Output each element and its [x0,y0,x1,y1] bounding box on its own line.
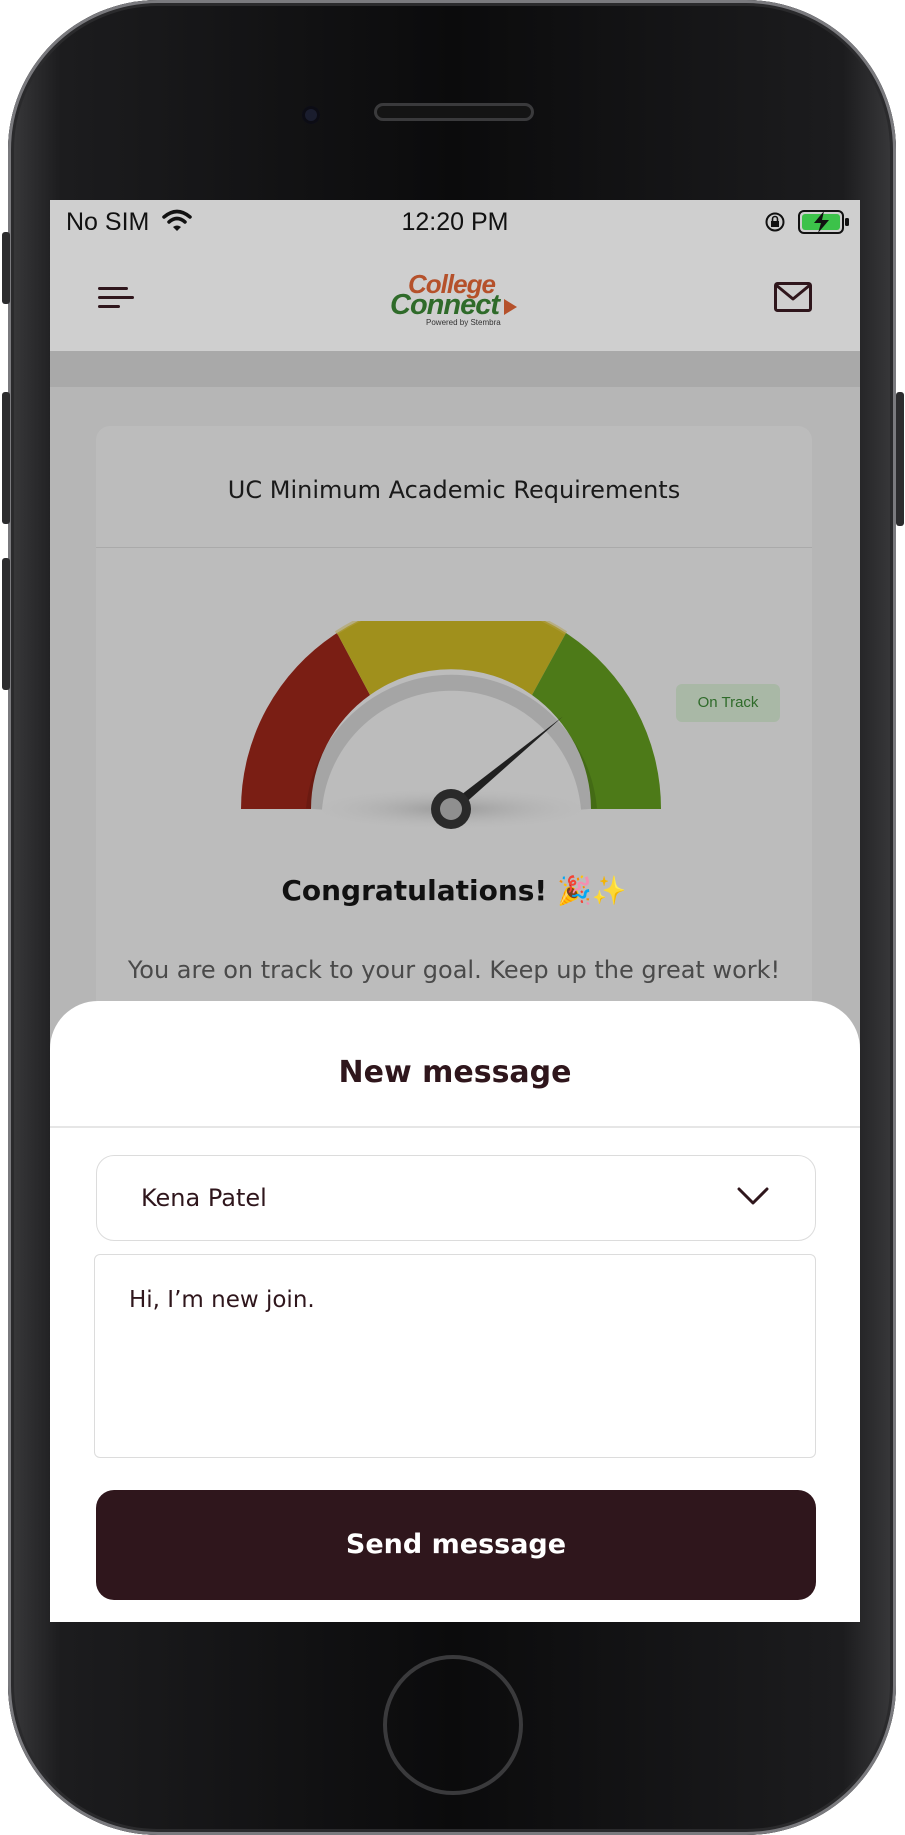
front-camera [302,106,320,124]
earpiece-speaker [374,103,534,121]
college-connect-logo: College Connect Powered by Stembra [390,269,530,329]
volume-up-button [2,392,10,524]
screen: No SIM 12:20 PM College Connect Powered … [50,200,860,1622]
clock: 12:20 PM [401,208,509,236]
mute-switch [2,232,10,304]
recipient-select[interactable]: Kena Patel [96,1155,816,1241]
power-button [896,392,904,526]
new-message-sheet: New message Kena Patel Hi, I’m new join.… [50,1001,860,1622]
volume-down-button [2,558,10,690]
congrats-heading: Congratulations! 🎉✨ [281,874,627,907]
message-input[interactable]: Hi, I’m new join. [94,1254,816,1458]
card-divider [96,547,812,548]
mail-icon[interactable] [774,282,812,312]
menu-icon[interactable] [98,285,134,311]
home-button[interactable] [383,1655,523,1795]
sheet-divider [50,1126,860,1128]
recipient-name: Kena Patel [141,1184,267,1212]
goal-message: You are on track to your goal. Keep up t… [127,956,781,984]
sheet-title: New message [338,1055,572,1090]
lock-rotation-icon [765,212,785,232]
send-message-button[interactable]: Send message [96,1490,816,1600]
battery-charging-icon [798,210,849,234]
app-header: College Connect Powered by Stembra [50,243,860,351]
chevron-down-icon[interactable] [737,1186,769,1206]
status-bar: No SIM 12:20 PM [50,200,860,243]
content-strip [50,351,860,387]
progress-gauge [241,621,662,831]
status-badge: On Track [676,684,780,722]
card-title: UC Minimum Academic Requirements [227,476,681,504]
